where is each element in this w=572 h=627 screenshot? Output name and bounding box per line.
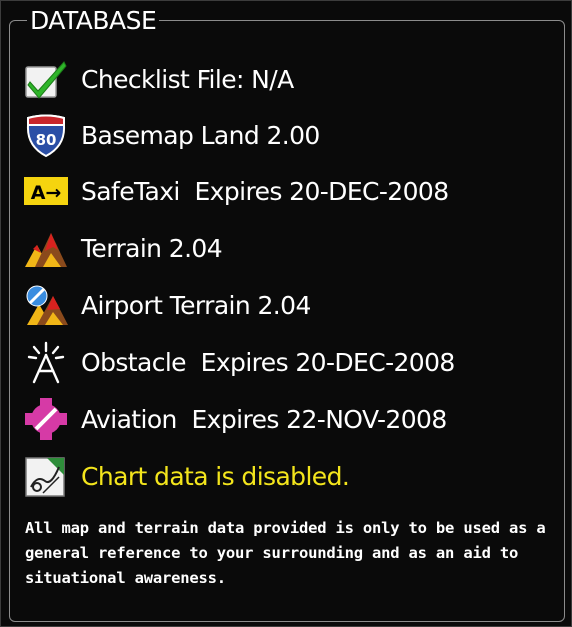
basemap-label: Basemap Land 2.00	[81, 120, 320, 150]
terrain-label: Terrain 2.04	[81, 233, 223, 263]
safetaxi-glyph: A→	[31, 182, 62, 204]
chart-data-status: Chart data is disabled.	[81, 461, 350, 491]
panel-title: DATABASE	[27, 7, 160, 35]
obstacle-label: Obstacle Expires 20-DEC-2008	[81, 347, 455, 377]
checkmark-icon	[23, 56, 69, 102]
database-item-checklist: Checklist File: N/A	[23, 56, 294, 102]
terrain-icon	[23, 225, 69, 271]
database-item-terrain: Terrain 2.04	[23, 225, 223, 271]
safetaxi-icon: A→	[23, 168, 69, 214]
database-item-basemap: 80 Basemap Land 2.00	[23, 112, 320, 158]
chart-icon	[23, 453, 69, 499]
safetaxi-label: SafeTaxi Expires 20-DEC-2008	[81, 176, 449, 206]
airport-terrain-label: Airport Terrain 2.04	[81, 290, 311, 320]
database-item-aviation: Aviation Expires 22-NOV-2008	[23, 396, 447, 442]
database-item-obstacle: Obstacle Expires 20-DEC-2008	[23, 339, 455, 385]
checklist-label: Checklist File: N/A	[81, 64, 294, 94]
database-item-chart: Chart data is disabled.	[23, 453, 350, 499]
database-item-airport-terrain: Airport Terrain 2.04	[23, 282, 311, 328]
airport-terrain-icon	[23, 282, 69, 328]
interstate-shield-icon: 80	[23, 112, 69, 158]
disclaimer-text: All map and terrain data provided is onl…	[25, 519, 546, 587]
database-page: DATABASE Checklist File: N/A 80 Basemap …	[0, 0, 572, 627]
database-item-safetaxi: A→ SafeTaxi Expires 20-DEC-2008	[23, 168, 449, 214]
aviation-label: Aviation Expires 22-NOV-2008	[81, 404, 447, 434]
aviation-icon	[23, 396, 69, 442]
shield-number: 80	[36, 131, 57, 149]
obstacle-icon	[23, 339, 69, 385]
